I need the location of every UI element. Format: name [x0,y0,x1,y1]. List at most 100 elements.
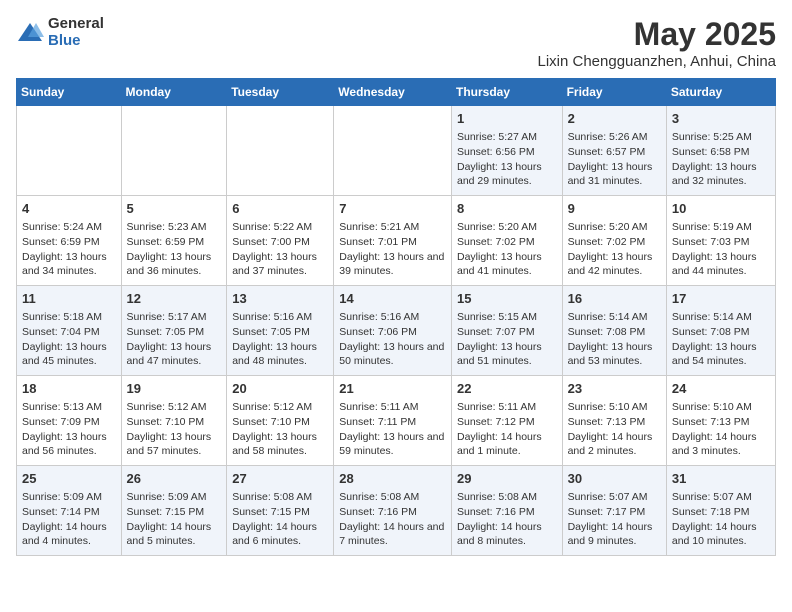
day-info: Sunrise: 5:26 AMSunset: 6:57 PMDaylight:… [568,130,661,189]
calendar-cell: 5 Sunrise: 5:23 AMSunset: 6:59 PMDaylight… [121,196,227,286]
calendar-cell: 22Sunrise: 5:11 AMSunset: 7:12 PMDayligh… [451,376,562,466]
logo-blue: Blue [48,33,104,50]
day-info: Sunrise: 5:16 AMSunset: 7:05 PMDaylight:… [232,310,328,369]
day-number: 28 [339,470,446,488]
calendar-cell: 13 Sunrise: 5:16 AMSunset: 7:05 PMDayligh… [227,286,334,376]
calendar-cell [334,106,452,196]
day-number: 19 [127,380,222,398]
day-info: Sunrise: 5:21 AMSunset: 7:01 PMDaylight:… [339,220,446,279]
day-info: Sunrise: 5:25 AMSunset: 6:58 PMDaylight:… [672,130,770,189]
logo-text: General Blue [48,16,104,49]
day-number: 1 [457,110,557,128]
day-info: Sunrise: 5:18 AMSunset: 7:04 PMDaylight:… [22,310,116,369]
day-number: 9 [568,200,661,218]
day-info: Sunrise: 5:19 AMSunset: 7:03 PMDaylight:… [672,220,770,279]
calendar-cell [121,106,227,196]
column-header-tuesday: Tuesday [227,79,334,106]
main-title: May 2025 [537,16,776,53]
day-info: Sunrise: 5:11 AMSunset: 7:12 PMDaylight:… [457,400,557,459]
day-info: Sunrise: 5:20 AMSunset: 7:02 PMDaylight:… [568,220,661,279]
day-number: 12 [127,290,222,308]
day-info: Sunrise: 5:07 AMSunset: 7:17 PMDaylight:… [568,490,661,549]
week-row-3: 11 Sunrise: 5:18 AMSunset: 7:04 PMDayligh… [17,286,776,376]
day-info: Sunrise: 5:08 AMSunset: 7:16 PMDaylight:… [457,490,557,549]
calendar-cell: 11 Sunrise: 5:18 AMSunset: 7:04 PMDayligh… [17,286,122,376]
calendar-cell: 6Sunrise: 5:22 AMSunset: 7:00 PMDaylight… [227,196,334,286]
day-number: 26 [127,470,222,488]
column-header-wednesday: Wednesday [334,79,452,106]
calendar-cell [17,106,122,196]
calendar-cell: 21Sunrise: 5:11 AMSunset: 7:11 PMDayligh… [334,376,452,466]
calendar-cell: 10Sunrise: 5:19 AMSunset: 7:03 PMDayligh… [666,196,775,286]
calendar-cell: 14 Sunrise: 5:16 AMSunset: 7:06 PMDayligh… [334,286,452,376]
day-number: 8 [457,200,557,218]
day-number: 14 [339,290,446,308]
day-info: Sunrise: 5:24 AMSunset: 6:59 PMDaylight:… [22,220,116,279]
day-number: 17 [672,290,770,308]
calendar-cell: 29 Sunrise: 5:08 AMSunset: 7:16 PMDayligh… [451,466,562,556]
day-number: 27 [232,470,328,488]
day-info: Sunrise: 5:17 AMSunset: 7:05 PMDaylight:… [127,310,222,369]
day-info: Sunrise: 5:16 AMSunset: 7:06 PMDaylight:… [339,310,446,369]
calendar-cell: 25Sunrise: 5:09 AMSunset: 7:14 PMDayligh… [17,466,122,556]
day-number: 24 [672,380,770,398]
calendar-cell: 16Sunrise: 5:14 AMSunset: 7:08 PMDayligh… [562,286,666,376]
day-number: 11 [22,290,116,308]
calendar-cell: 12 Sunrise: 5:17 AMSunset: 7:05 PMDayligh… [121,286,227,376]
calendar-cell: 31Sunrise: 5:07 AMSunset: 7:18 PMDayligh… [666,466,775,556]
calendar-cell: 24Sunrise: 5:10 AMSunset: 7:13 PMDayligh… [666,376,775,466]
day-number: 23 [568,380,661,398]
day-info: Sunrise: 5:11 AMSunset: 7:11 PMDaylight:… [339,400,446,459]
week-row-4: 18 Sunrise: 5:13 AMSunset: 7:09 PMDayligh… [17,376,776,466]
calendar-cell: 9 Sunrise: 5:20 AMSunset: 7:02 PMDaylight… [562,196,666,286]
day-number: 2 [568,110,661,128]
day-number: 20 [232,380,328,398]
calendar-cell: 4 Sunrise: 5:24 AMSunset: 6:59 PMDaylight… [17,196,122,286]
day-number: 15 [457,290,557,308]
calendar-cell: 30Sunrise: 5:07 AMSunset: 7:17 PMDayligh… [562,466,666,556]
day-info: Sunrise: 5:12 AMSunset: 7:10 PMDaylight:… [127,400,222,459]
page-header: General Blue May 2025 Lixin Chengguanzhe… [16,16,776,70]
day-number: 3 [672,110,770,128]
day-number: 4 [22,200,116,218]
column-header-sunday: Sunday [17,79,122,106]
logo-icon [16,19,44,47]
week-row-5: 25Sunrise: 5:09 AMSunset: 7:14 PMDayligh… [17,466,776,556]
day-number: 18 [22,380,116,398]
day-number: 7 [339,200,446,218]
calendar-cell: 18 Sunrise: 5:13 AMSunset: 7:09 PMDayligh… [17,376,122,466]
column-header-monday: Monday [121,79,227,106]
day-info: Sunrise: 5:23 AMSunset: 6:59 PMDaylight:… [127,220,222,279]
day-number: 29 [457,470,557,488]
day-number: 16 [568,290,661,308]
column-header-thursday: Thursday [451,79,562,106]
day-number: 5 [127,200,222,218]
column-header-saturday: Saturday [666,79,775,106]
day-info: Sunrise: 5:13 AMSunset: 7:09 PMDaylight:… [22,400,116,459]
day-info: Sunrise: 5:08 AMSunset: 7:15 PMDaylight:… [232,490,328,549]
column-header-friday: Friday [562,79,666,106]
day-number: 31 [672,470,770,488]
calendar-cell: 7 Sunrise: 5:21 AMSunset: 7:01 PMDaylight… [334,196,452,286]
day-number: 6 [232,200,328,218]
header-row: SundayMondayTuesdayWednesdayThursdayFrid… [17,79,776,106]
calendar-cell [227,106,334,196]
day-number: 13 [232,290,328,308]
logo: General Blue [16,16,104,49]
calendar-cell: 2 Sunrise: 5:26 AMSunset: 6:57 PMDaylight… [562,106,666,196]
day-info: Sunrise: 5:14 AMSunset: 7:08 PMDaylight:… [672,310,770,369]
calendar-cell: 23Sunrise: 5:10 AMSunset: 7:13 PMDayligh… [562,376,666,466]
calendar-cell: 3 Sunrise: 5:25 AMSunset: 6:58 PMDaylight… [666,106,775,196]
title-block: May 2025 Lixin Chengguanzhen, Anhui, Chi… [537,16,776,70]
day-info: Sunrise: 5:20 AMSunset: 7:02 PMDaylight:… [457,220,557,279]
day-info: Sunrise: 5:27 AMSunset: 6:56 PMDaylight:… [457,130,557,189]
calendar-cell: 26Sunrise: 5:09 AMSunset: 7:15 PMDayligh… [121,466,227,556]
week-row-1: 1 Sunrise: 5:27 AMSunset: 6:56 PMDaylight… [17,106,776,196]
calendar-cell: 19 Sunrise: 5:12 AMSunset: 7:10 PMDayligh… [121,376,227,466]
day-number: 25 [22,470,116,488]
calendar-cell: 20Sunrise: 5:12 AMSunset: 7:10 PMDayligh… [227,376,334,466]
calendar-cell: 27 Sunrise: 5:08 AMSunset: 7:15 PMDayligh… [227,466,334,556]
calendar-table: SundayMondayTuesdayWednesdayThursdayFrid… [16,78,776,556]
calendar-cell: 8 Sunrise: 5:20 AMSunset: 7:02 PMDaylight… [451,196,562,286]
day-info: Sunrise: 5:15 AMSunset: 7:07 PMDaylight:… [457,310,557,369]
